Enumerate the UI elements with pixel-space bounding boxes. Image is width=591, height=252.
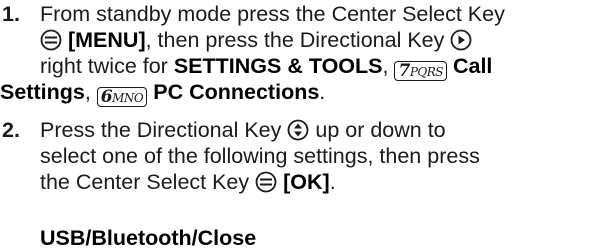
- key-6-mno-icon: 6MNO: [96, 87, 148, 107]
- instruction-text: .: [329, 170, 336, 194]
- menu-key-label: [MENU]: [67, 28, 146, 52]
- menu-name: Settings: [0, 80, 85, 104]
- instruction-text: ,: [84, 80, 91, 104]
- step-text: From standby mode press the Center Selec…: [0, 2, 505, 107]
- menu-name: Call: [452, 54, 493, 78]
- center-select-key-icon: [255, 171, 277, 200]
- key-7-pqrs-icon: 7PQRS: [394, 61, 447, 81]
- instruction-text: .: [319, 80, 326, 104]
- step-line: the Center Select Key [OK].: [40, 170, 480, 196]
- instruction-text: Press the Directional Key: [40, 118, 282, 142]
- step-line: select one of the following settings, th…: [40, 144, 480, 170]
- instruction-text: From standby mode press the Center Selec…: [40, 2, 505, 26]
- instruction-text: up or down to: [315, 118, 446, 142]
- step-line: From standby mode press the Center Selec…: [40, 2, 505, 28]
- settings-options: USB/Bluetooth/Close: [40, 226, 257, 250]
- instruction-text: right twice for: [40, 54, 168, 78]
- step-text: Press the Directional Key up or down to …: [40, 118, 480, 196]
- menu-name: SETTINGS & TOOLS: [173, 54, 383, 78]
- step-line: [MENU], then press the Directional Key: [40, 28, 505, 54]
- instruction-text: select one of the following settings, th…: [40, 144, 480, 168]
- instruction-text: ,: [382, 54, 389, 78]
- menu-name: PC Connections: [153, 80, 320, 104]
- ok-key-label: [OK]: [283, 170, 330, 194]
- step-line: Press the Directional Key up or down to: [40, 118, 480, 144]
- step-line: right twice for SETTINGS & TOOLS, 7PQRS …: [40, 54, 505, 81]
- instruction-text: , then press the Directional Key: [145, 28, 445, 52]
- step-number: 1.: [2, 2, 20, 26]
- instruction-text: the Center Select Key: [40, 170, 250, 194]
- step-number: 2.: [2, 118, 20, 142]
- step-line: Settings, 6MNO PC Connections.: [0, 80, 505, 107]
